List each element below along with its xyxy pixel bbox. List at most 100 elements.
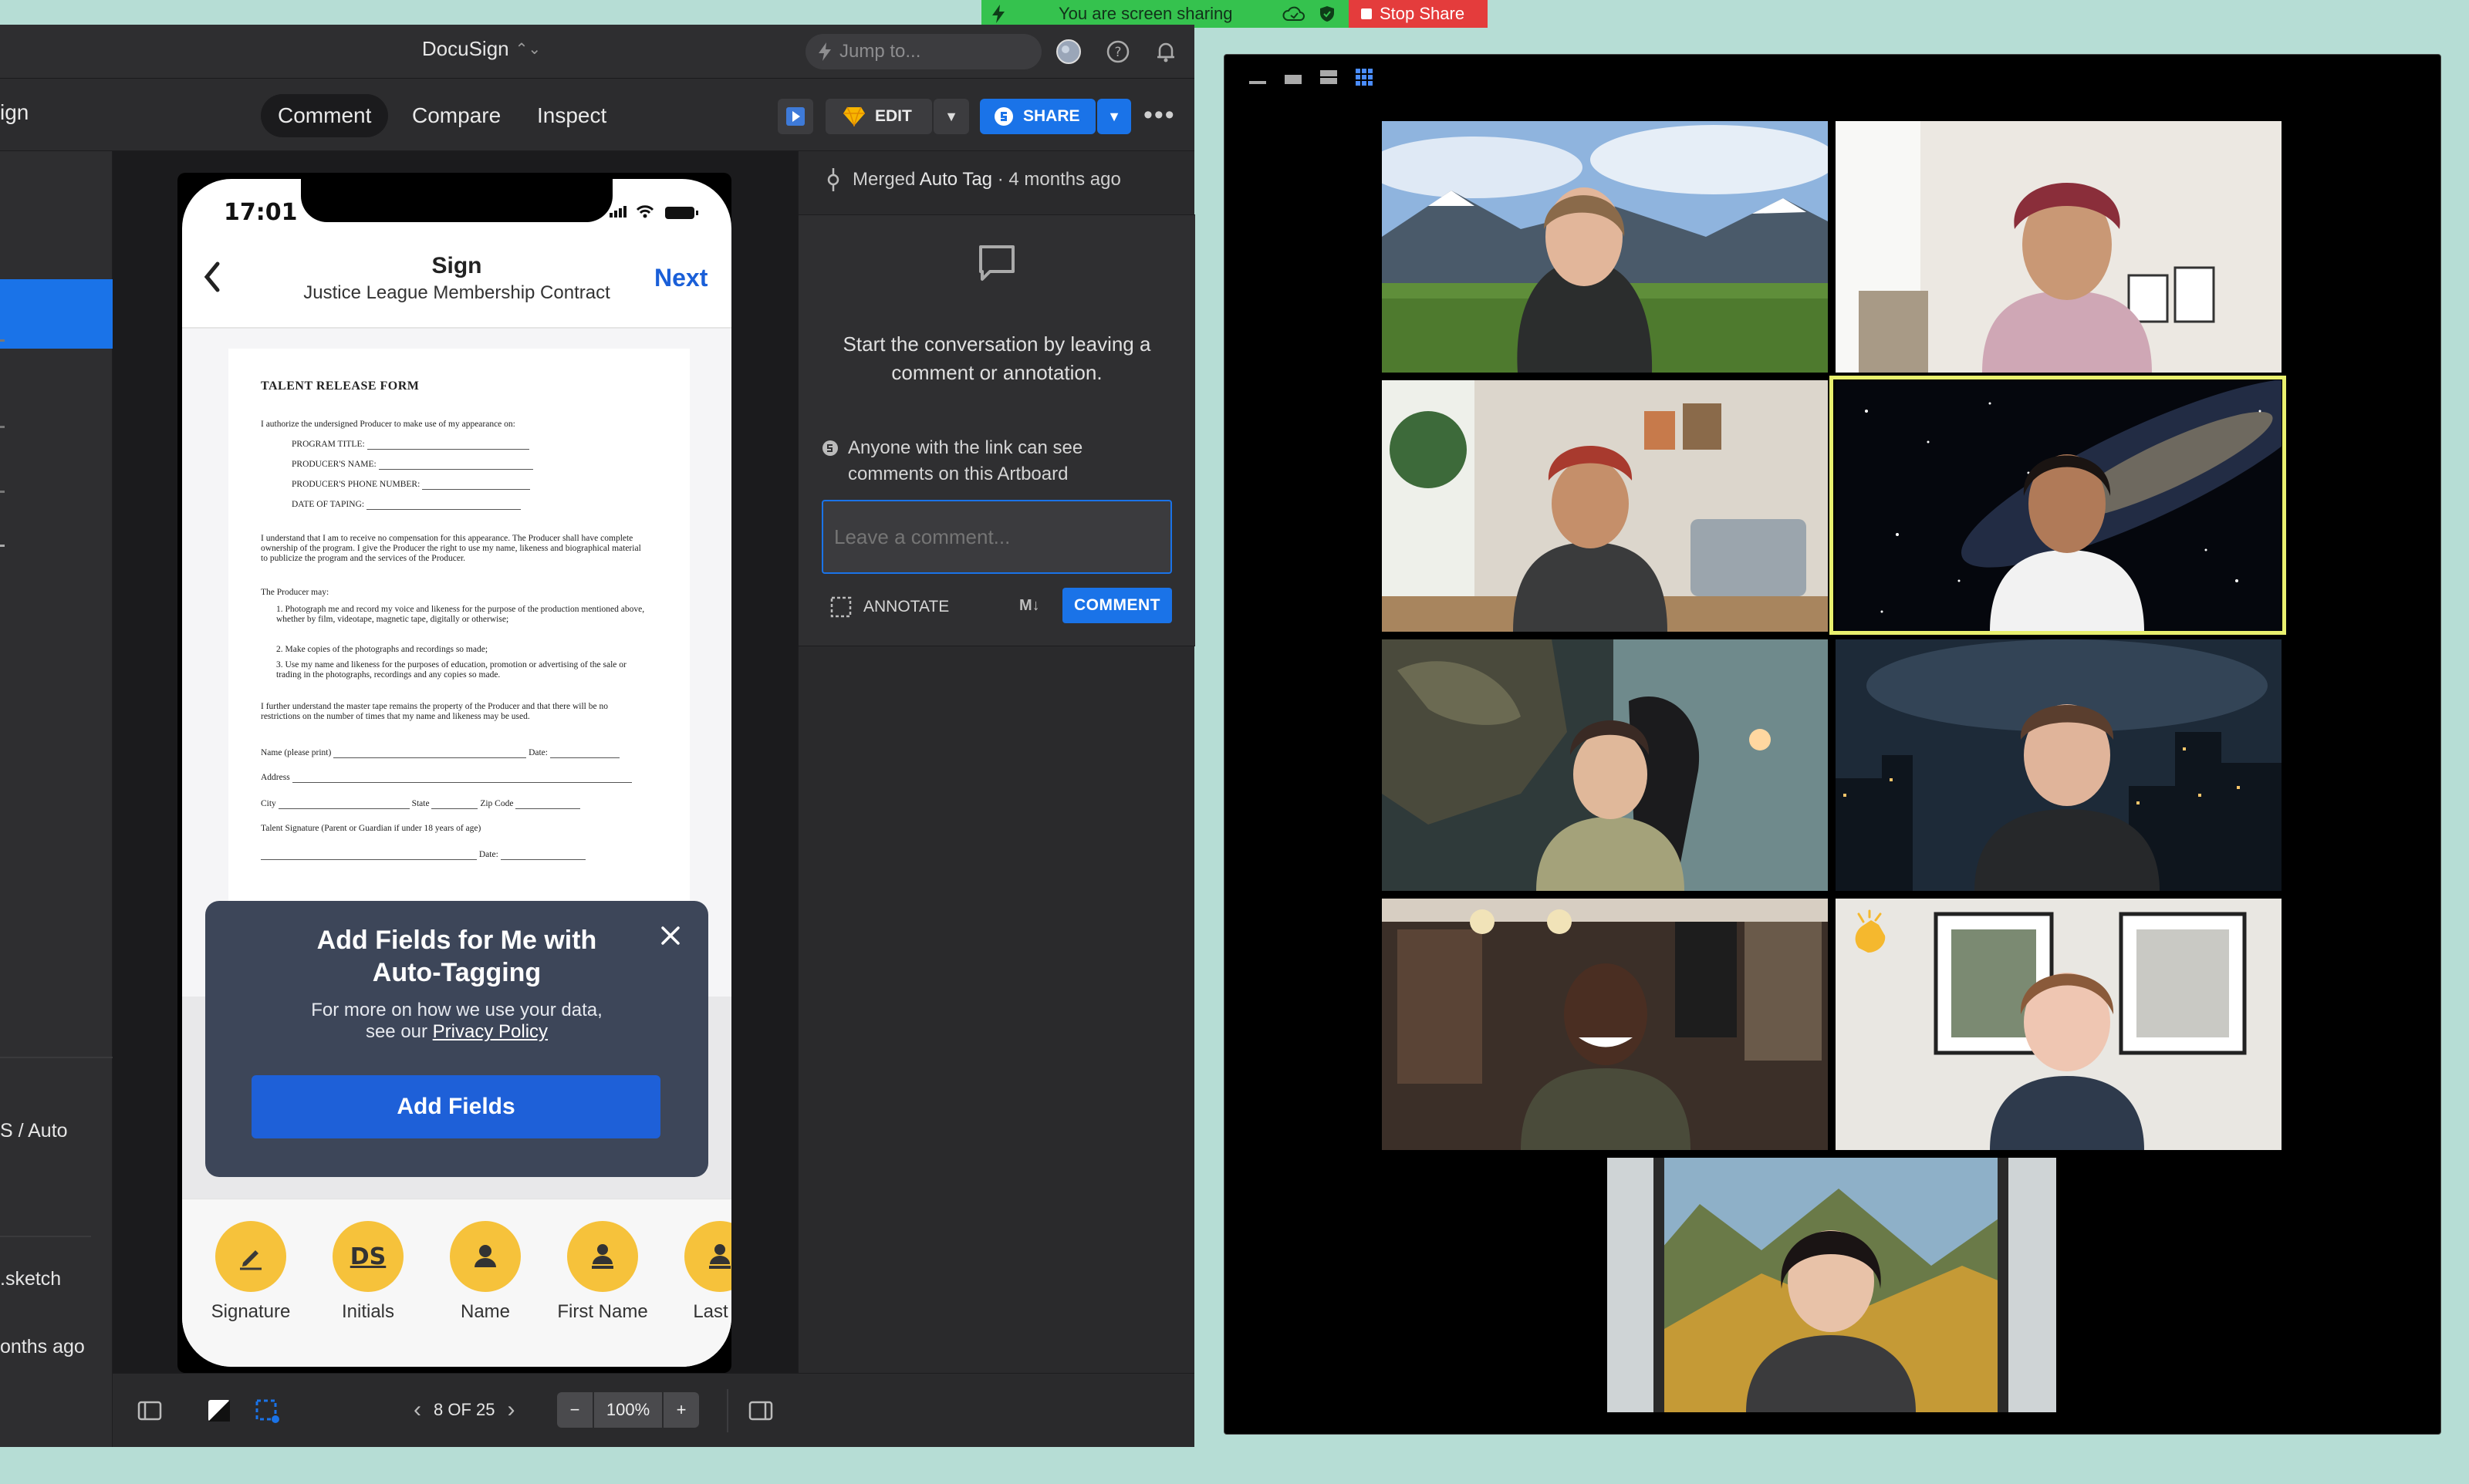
title-bar: DocuSign ⌃⌄ Jump to... ? (0, 25, 1194, 79)
field-name[interactable]: Name (427, 1221, 543, 1323)
play-prototype-button[interactable] (778, 99, 813, 134)
participant-video[interactable] (1607, 1158, 2056, 1412)
modal-body: For more on how we use your data, see our… (311, 1000, 603, 1042)
participant-video[interactable] (1836, 639, 2282, 891)
status-icons (610, 205, 698, 219)
merged-tag: Auto Tag (919, 169, 993, 190)
view-layout-icons[interactable] (1245, 66, 1376, 89)
doc-field-row: PROGRAM TITLE: (292, 440, 677, 450)
breadcrumb[interactable]: ign (0, 100, 29, 125)
annotate-button[interactable]: ANNOTATE (829, 595, 949, 619)
prev-page-chevron-icon[interactable]: ‹ (414, 1397, 421, 1423)
sketch-cloud-window: DocuSign ⌃⌄ Jump to... ? ign Comment Comp… (0, 25, 1195, 1447)
chevron-updown-icon: ⌃⌄ (515, 41, 542, 58)
lightning-icon (819, 42, 831, 61)
doc-field-row: PRODUCER'S NAME: (292, 460, 677, 470)
toggle-sidebar-icon[interactable] (134, 1395, 165, 1426)
edit-dropdown-chevron-icon[interactable]: ▼ (934, 99, 969, 134)
stop-icon (1361, 8, 1372, 19)
field-last-name[interactable]: Last N (662, 1221, 731, 1323)
toggle-inspector-icon[interactable] (745, 1395, 776, 1426)
page-indicator: 8 OF 25 (434, 1400, 495, 1419)
next-button[interactable]: Next (654, 264, 708, 292)
privacy-policy-link[interactable]: Privacy Policy (433, 1021, 548, 1042)
sidebar-marker (0, 545, 5, 547)
play-icon (786, 107, 805, 126)
pen-icon (240, 1250, 262, 1270)
clapping-hands-icon (1855, 909, 1886, 953)
sidebar-filename-text[interactable]: .sketch (0, 1268, 61, 1290)
merge-history-item[interactable]: Merged Auto Tag · 4 months ago (825, 168, 1121, 191)
sign-header-subtitle: Justice League Membership Contract (303, 282, 610, 303)
sidebar-marker (0, 339, 5, 342)
field-initials[interactable]: DS Initials (310, 1221, 426, 1323)
zoom-level[interactable]: 100% (594, 1392, 662, 1428)
participant-video[interactable] (1382, 899, 1828, 1150)
doc-city-line: City State Zip Code (261, 799, 647, 809)
merged-time: · 4 months ago (992, 169, 1121, 190)
participant-video[interactable] (1382, 380, 1828, 632)
svg-text:?: ? (1114, 45, 1121, 60)
screen-share-banner: You are screen sharing Stop Share (981, 0, 1488, 28)
comment-panel: Merged Auto Tag · 4 months ago Start the… (798, 151, 1195, 1447)
bell-icon[interactable] (1153, 39, 1179, 65)
sidebar-marker (0, 426, 5, 428)
jump-to-search[interactable]: Jump to... (806, 34, 1042, 69)
zoom-out-button[interactable]: − (557, 1392, 593, 1428)
help-icon[interactable]: ? (1105, 39, 1131, 65)
sidebar-marker (0, 491, 5, 493)
field-picker: Signature DS Initials Name First Name La… (182, 1199, 731, 1367)
markdown-icon[interactable]: M↓ (1019, 597, 1040, 615)
sign-header-title: Sign (431, 253, 482, 278)
doc-address-line: Address (261, 773, 647, 783)
doc-name-line: Name (please print) Date: (261, 748, 647, 758)
visibility-note: Anyone with the link can see comments on … (822, 435, 1184, 487)
comment-input[interactable] (822, 500, 1172, 574)
phone-notch (301, 179, 613, 222)
share-button[interactable]: SHARE (980, 99, 1096, 134)
comment-submit-button[interactable]: COMMENT (1062, 588, 1172, 623)
tab-compare[interactable]: Compare (395, 94, 518, 137)
zoom-in-button[interactable]: + (664, 1392, 699, 1428)
edit-button[interactable]: EDIT (826, 99, 932, 134)
contrast-icon[interactable] (204, 1395, 235, 1426)
commit-icon (827, 168, 839, 191)
cloud-icon[interactable] (1281, 5, 1307, 23)
sketch-diamond-icon (843, 106, 865, 126)
next-page-chevron-icon[interactable]: › (507, 1397, 515, 1423)
shield-icon[interactable] (1318, 5, 1336, 23)
document-title-text: DocuSign (421, 37, 509, 60)
video-call-window (1224, 54, 2441, 1435)
add-fields-button[interactable]: Add Fields (252, 1075, 660, 1138)
participant-video[interactable] (1382, 121, 1828, 373)
participant-video[interactable] (1382, 639, 1828, 891)
field-signature[interactable]: Signature (193, 1221, 309, 1323)
merged-prefix: Merged (853, 169, 916, 190)
person-badge-icon (709, 1244, 731, 1269)
tab-comment[interactable]: Comment (261, 94, 389, 137)
page-navigator: ‹ 8 OF 25 › (414, 1397, 515, 1423)
doc-signature-label: Talent Signature (Parent or Guardian if … (261, 824, 481, 833)
doc-field-row: PRODUCER'S PHONE NUMBER: (292, 480, 677, 490)
toolbar: ign Comment Compare Inspect EDIT ▼ SHARE… (0, 79, 1194, 151)
avatar[interactable] (1055, 39, 1082, 65)
stop-share-label: Stop Share (1380, 4, 1465, 23)
selection-icon[interactable] (252, 1395, 282, 1426)
participant-video-active[interactable] (1836, 380, 2282, 632)
field-first-name[interactable]: First Name (545, 1221, 660, 1323)
sidebar-item-active[interactable] (0, 279, 113, 349)
person-badge-icon (592, 1244, 613, 1269)
more-options-icon[interactable]: ••• (1143, 102, 1176, 128)
globe-icon (822, 440, 838, 456)
share-status-text: You are screen sharing (1059, 4, 1233, 23)
close-icon[interactable] (657, 922, 684, 949)
share-label: SHARE (1023, 107, 1080, 125)
share-dropdown-chevron-icon[interactable]: ▼ (1097, 99, 1131, 134)
document-paragraph: I further understand the master tape rem… (261, 702, 608, 721)
sidebar-updated-text: onths ago (0, 1336, 85, 1358)
edit-label: EDIT (875, 107, 912, 125)
stop-share-button[interactable]: Stop Share (1349, 0, 1488, 28)
participant-video[interactable] (1836, 121, 2282, 373)
tab-inspect[interactable]: Inspect (520, 94, 623, 137)
participant-video[interactable] (1836, 899, 2282, 1150)
